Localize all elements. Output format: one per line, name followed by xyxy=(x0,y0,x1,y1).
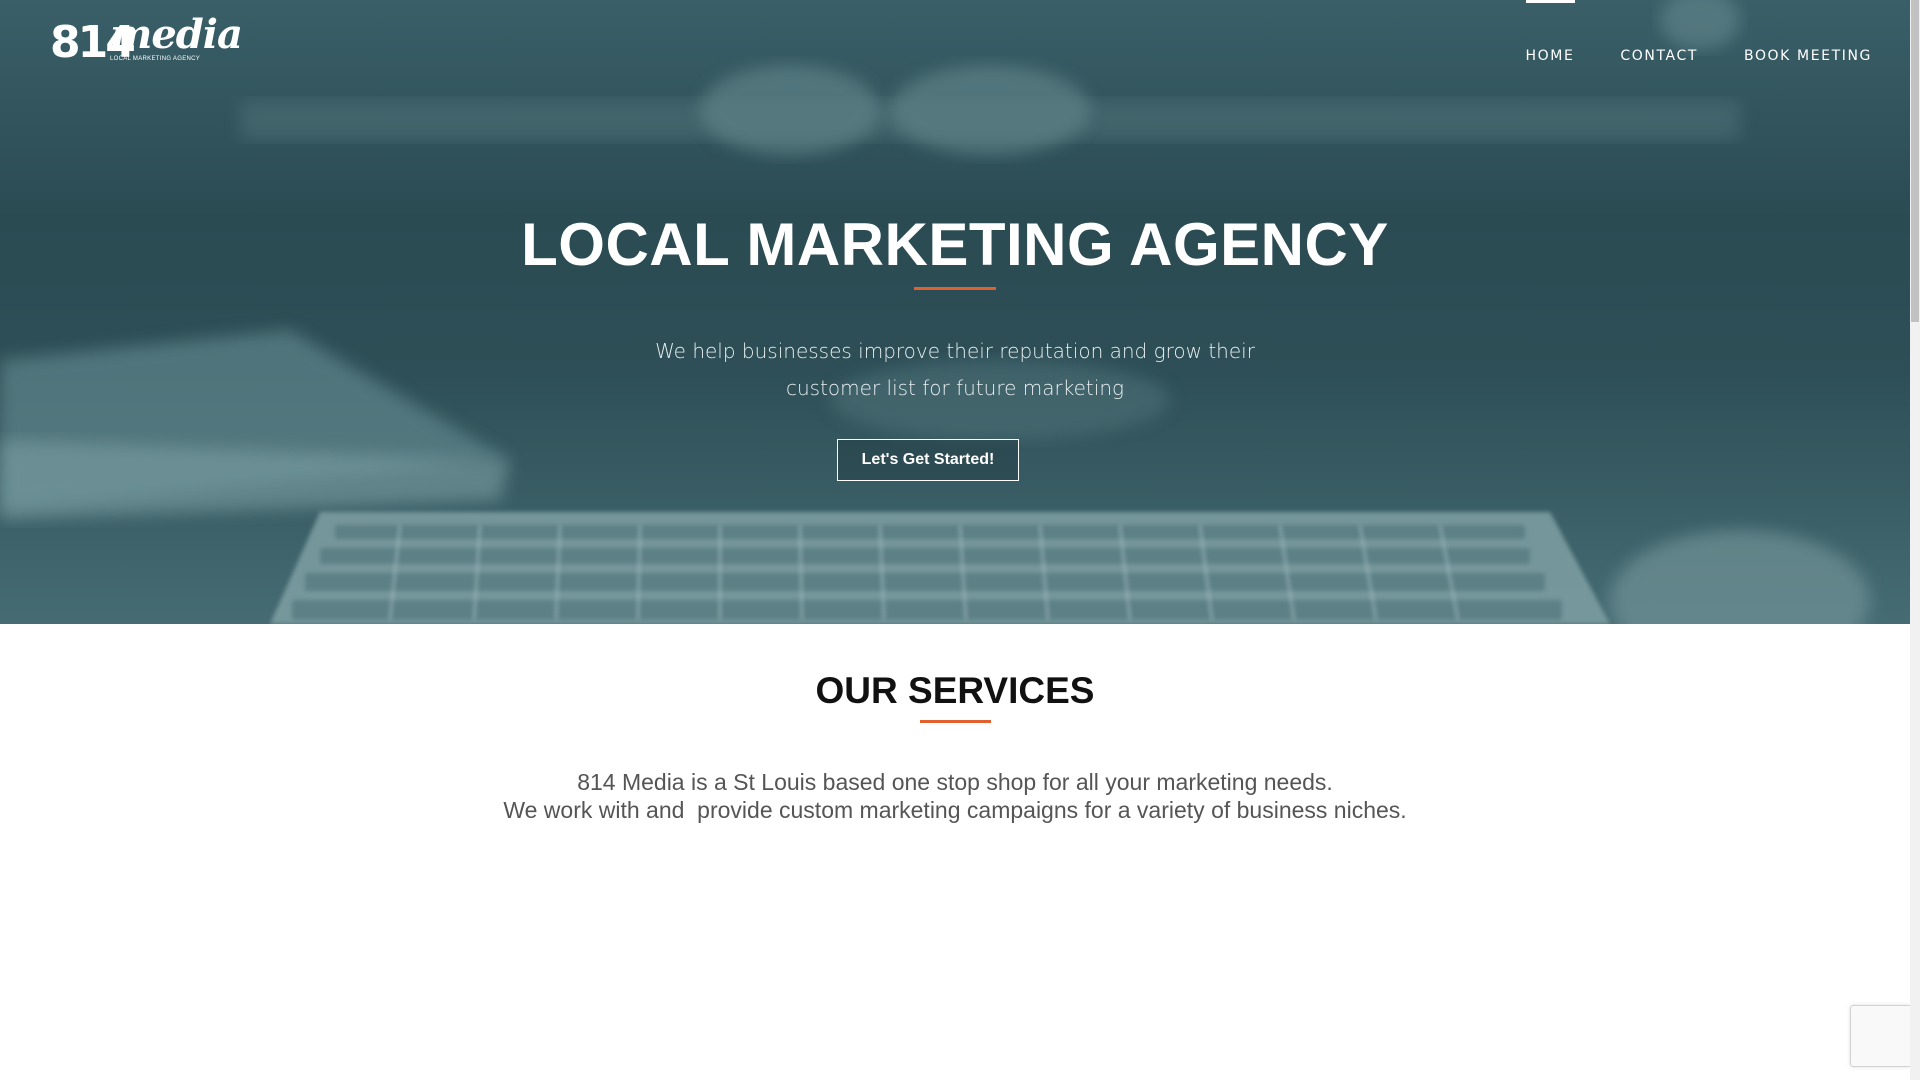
scrollbar-thumb[interactable] xyxy=(1911,0,1919,322)
services-title: OUR SERVICES xyxy=(815,670,1095,711)
vertical-scrollbar[interactable] xyxy=(1910,0,1920,1080)
nav-item-home[interactable]: HOME xyxy=(1525,0,1575,70)
logo-word: media xyxy=(110,11,243,58)
hero-subtitle: We help businesses improve their reputat… xyxy=(655,333,1255,407)
services-line2: We work with and provide custom marketin… xyxy=(503,797,1407,823)
brand-logo[interactable]: 814 media LOCAL MARKETING AGENCY xyxy=(50,12,243,70)
services-title-underline xyxy=(920,720,991,723)
nav-item-book-meeting[interactable]: BOOK MEETING xyxy=(1744,0,1872,70)
services-line1: 814 Media is a St Louis based one stop s… xyxy=(577,769,1333,795)
recaptcha-badge[interactable] xyxy=(1850,1005,1910,1067)
hero-title: LOCAL MARKETING AGENCY xyxy=(521,211,1389,278)
get-started-button[interactable]: Let's Get Started! xyxy=(837,439,1019,481)
hero-background-image xyxy=(0,0,1870,624)
hero-subtitle-line1: We help businesses improve their reputat… xyxy=(655,339,1255,363)
hero-subtitle-line2: customer list for future marketing xyxy=(785,376,1125,400)
main-nav: HOME CONTACT BOOK MEETING xyxy=(1525,0,1872,70)
hero-section: 814 media LOCAL MARKETING AGENCY HOME CO… xyxy=(0,0,1910,624)
page-viewport: 814 media LOCAL MARKETING AGENCY HOME CO… xyxy=(0,0,1910,1080)
logo-tagline: LOCAL MARKETING AGENCY xyxy=(110,56,201,62)
hero-title-underline xyxy=(914,287,996,290)
services-description: 814 Media is a St Louis based one stop s… xyxy=(0,768,1910,824)
nav-item-contact[interactable]: CONTACT xyxy=(1620,0,1698,70)
